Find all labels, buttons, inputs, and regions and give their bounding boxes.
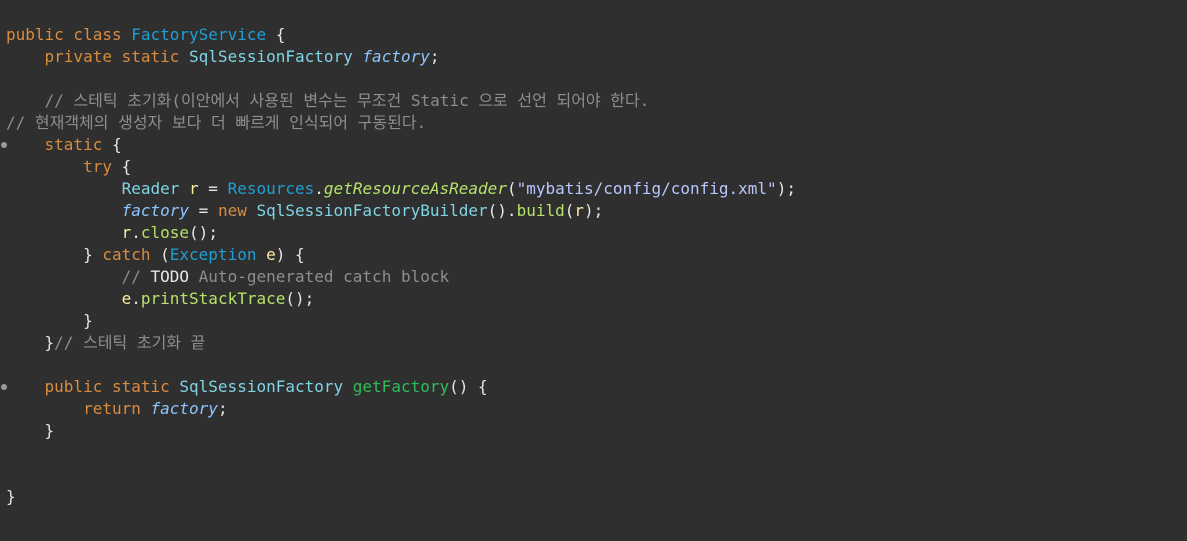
code-token: try: [6, 157, 122, 176]
code-token: (: [160, 245, 170, 264]
code-editor[interactable]: public class FactoryService { private st…: [0, 0, 1187, 541]
code-line[interactable]: }: [6, 420, 796, 442]
code-token: (: [506, 179, 517, 198]
code-token: .: [314, 179, 324, 198]
code-token: Exception: [169, 245, 267, 264]
code-token: }: [6, 487, 16, 506]
code-line[interactable]: // 스테틱 초기화(이안에서 사용된 변수는 무조건 Static 으로 선언…: [6, 90, 796, 112]
code-line[interactable]: [6, 464, 796, 486]
code-token: r: [189, 179, 199, 198]
code-token: getFactory: [352, 377, 450, 396]
code-token: () {: [449, 377, 488, 396]
code-area[interactable]: public class FactoryService { private st…: [1, 24, 796, 508]
code-line[interactable]: }: [6, 310, 796, 332]
code-token: );: [584, 201, 604, 220]
code-token: .: [131, 289, 141, 308]
code-line[interactable]: [6, 354, 796, 376]
code-token: public class: [6, 25, 132, 44]
code-line[interactable]: [6, 68, 796, 90]
code-line[interactable]: factory = new SqlSessionFactoryBuilder()…: [6, 200, 796, 222]
code-token: =: [198, 179, 228, 198]
code-token: }: [6, 245, 103, 264]
code-token: SqlSessionFactory: [179, 377, 353, 396]
code-line[interactable]: return factory;: [6, 398, 796, 420]
code-token: ();: [189, 223, 218, 242]
code-token: // 현재객체의 생성자 보다 더 빠르게 인식되어 구동된다.: [6, 113, 427, 132]
code-token: new: [217, 201, 257, 220]
code-token: e: [266, 245, 276, 264]
breakpoint-marker-icon[interactable]: [1, 142, 7, 148]
code-token: {: [121, 157, 132, 176]
code-token: printStackTrace: [140, 289, 286, 308]
code-token: static: [6, 135, 112, 154]
code-token: ;: [217, 399, 228, 418]
code-token: e: [121, 289, 132, 308]
code-token: SqlSessionFactory: [189, 47, 363, 66]
code-token: r: [121, 223, 132, 242]
code-line[interactable]: }// 스테틱 초기화 끝: [6, 332, 796, 354]
code-token: catch: [102, 245, 161, 264]
code-line[interactable]: // 현재객체의 생성자 보다 더 빠르게 인식되어 구동된다.: [6, 112, 796, 134]
code-token: return: [6, 399, 151, 418]
breakpoint-marker-icon[interactable]: [1, 384, 7, 390]
code-token: ;: [429, 47, 440, 66]
code-token: FactoryService: [131, 25, 267, 44]
code-token: ) {: [275, 245, 305, 264]
code-token: getResourceAsReader: [323, 179, 507, 198]
code-token: factory: [362, 47, 430, 66]
code-token: Resources: [227, 179, 315, 198]
code-token: }: [6, 333, 55, 352]
code-line[interactable]: e.printStackTrace();: [6, 288, 796, 310]
code-token: {: [111, 135, 122, 154]
code-token: public static: [6, 377, 180, 396]
code-token: Auto-generated catch block: [189, 267, 450, 286]
code-line[interactable]: static {: [1, 134, 796, 156]
code-token: }: [6, 311, 93, 330]
code-token: (: [564, 201, 575, 220]
code-token: factory: [150, 399, 218, 418]
code-token: //: [6, 267, 151, 286]
code-token: .: [131, 223, 141, 242]
code-line[interactable]: }: [6, 486, 796, 508]
code-line[interactable]: Reader r = Resources.getResourceAsReader…: [6, 178, 796, 200]
code-token: {: [266, 25, 286, 44]
code-token: Reader: [121, 179, 190, 198]
code-token: ().: [487, 201, 517, 220]
code-token: // 스테틱 초기화 끝: [54, 333, 206, 352]
code-line[interactable]: try {: [6, 156, 796, 178]
code-line[interactable]: public static SqlSessionFactory getFacto…: [1, 376, 796, 398]
code-line[interactable]: } catch (Exception e) {: [6, 244, 796, 266]
code-token: TODO: [150, 267, 190, 286]
code-line[interactable]: public class FactoryService {: [6, 24, 796, 46]
code-line[interactable]: r.close();: [6, 222, 796, 244]
code-token: ();: [285, 289, 315, 308]
code-token: // 스테틱 초기화(이안에서 사용된 변수는 무조건 Static 으로 선언…: [6, 91, 650, 110]
code-token: );: [776, 179, 796, 198]
code-token: private static: [6, 47, 190, 66]
code-line[interactable]: private static SqlSessionFactory factory…: [6, 46, 796, 68]
code-line[interactable]: // TODO Auto-generated catch block: [6, 266, 796, 288]
code-token: build: [516, 201, 565, 220]
code-token: =: [189, 201, 218, 220]
code-token: close: [140, 223, 190, 242]
code-token: }: [6, 421, 55, 440]
code-token: SqlSessionFactoryBuilder: [256, 201, 488, 220]
code-line[interactable]: [6, 442, 796, 464]
code-token: "mybatis/config/config.xml": [516, 179, 777, 198]
code-token: factory: [121, 201, 190, 220]
code-token: r: [574, 201, 585, 220]
